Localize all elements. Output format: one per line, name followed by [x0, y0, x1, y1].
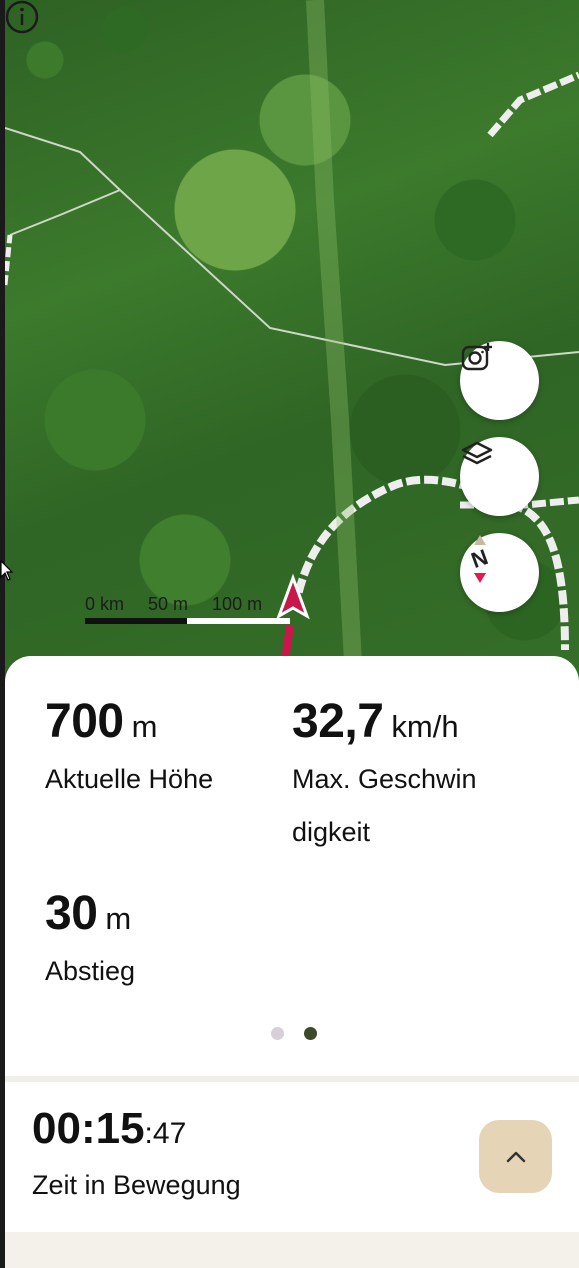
stat-max-speed: 32,7 km/h Max. Geschwin digkeit	[292, 694, 477, 859]
stat-unit: km/h	[391, 709, 459, 744]
time-hhmm: 00:15	[32, 1104, 145, 1153]
compass-letter: N	[468, 544, 491, 573]
stat-label: Abstieg	[45, 956, 136, 986]
moving-time-panel: 00:15:47 Zeit in Bewegung	[5, 1082, 579, 1232]
scale-bar	[85, 618, 290, 624]
expand-panel-button[interactable]	[479, 1120, 552, 1193]
page-dot-active[interactable]	[304, 1027, 317, 1040]
scale-label: 100 m	[212, 594, 263, 614]
trail-path	[5, 234, 13, 286]
recorded-route	[281, 624, 294, 661]
stat-value: 32,7	[292, 695, 384, 748]
stat-unit: m	[105, 901, 132, 936]
layers-icon	[461, 441, 493, 465]
map-layers-button[interactable]	[460, 437, 539, 516]
compass-button[interactable]: N	[460, 533, 539, 612]
camera-plus-icon	[461, 343, 492, 371]
chevron-up-icon	[506, 1151, 525, 1162]
power-corridor	[306, 0, 364, 700]
stat-label: Max. Geschwin	[292, 764, 477, 794]
scale-labels: 0 km 50 m 100 m	[85, 594, 295, 615]
scale-label: 0 km	[85, 594, 125, 614]
page-indicator	[271, 1027, 317, 1040]
trail-path	[487, 71, 579, 138]
mouse-cursor-icon	[0, 560, 14, 581]
boundary-line	[9, 189, 121, 236]
page-dot[interactable]	[271, 1027, 284, 1040]
stat-label: Aktuelle Höhe	[45, 764, 214, 794]
stat-label-continued: digkeit	[292, 817, 371, 847]
stat-unit: m	[131, 709, 158, 744]
stat-value: 30	[45, 887, 98, 940]
satellite-map[interactable]: 0 km 50 m 100 m N	[5, 0, 579, 700]
moving-time-label: Zeit in Bewegung	[32, 1170, 241, 1200]
moving-time-value: 00:15:47	[32, 1104, 186, 1154]
stat-current-altitude: 700 m Aktuelle Höhe	[45, 694, 213, 806]
boundary-line	[5, 127, 579, 367]
info-icon[interactable]	[5, 0, 39, 34]
time-seconds: :47	[144, 1117, 187, 1150]
app-screen: 0 km 50 m 100 m N 700 m Aktuelle Höhe 32…	[5, 0, 579, 1268]
compass-north-icon: N	[468, 535, 491, 583]
stat-descent: 30 m Abstieg	[45, 886, 135, 998]
add-photo-button[interactable]	[460, 341, 539, 420]
stat-value: 700	[45, 695, 124, 748]
scale-label: 50 m	[148, 594, 189, 614]
map-scale: 0 km 50 m 100 m	[85, 594, 295, 630]
stats-panel: 700 m Aktuelle Höhe 32,7 km/h Max. Geschwi…	[5, 656, 579, 1076]
bottom-strip	[5, 1232, 579, 1268]
